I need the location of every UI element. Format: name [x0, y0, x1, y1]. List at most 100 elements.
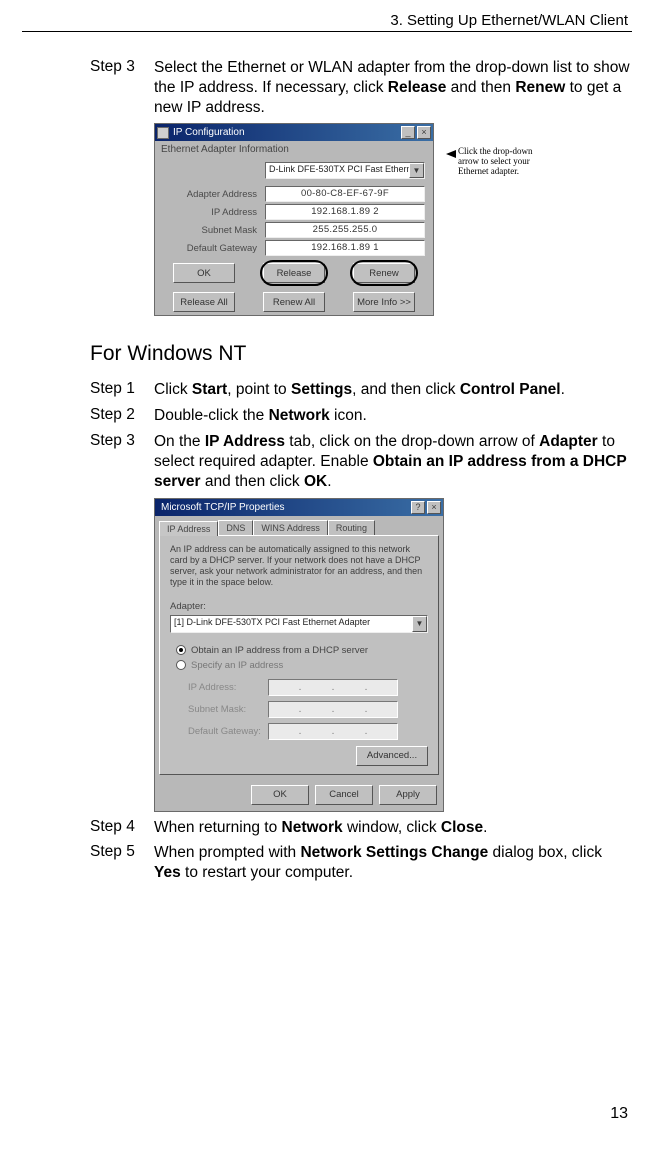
bold: Yes — [154, 864, 181, 881]
text: dialog box, click — [488, 844, 602, 861]
text: Click the drop-down — [458, 146, 533, 156]
ip-field[interactable]: ... — [268, 723, 398, 740]
label: Subnet Mask — [163, 225, 265, 236]
chevron-down-icon[interactable]: ▼ — [412, 616, 427, 632]
titlebar[interactable]: IP Configuration _ × — [155, 124, 433, 141]
text: arrow to select your — [458, 156, 530, 166]
tab-dns[interactable]: DNS — [218, 520, 253, 535]
description-text: An IP address can be automatically assig… — [170, 544, 428, 589]
step-top-3: Step 3 Select the Ethernet or WLAN adapt… — [90, 58, 632, 117]
step-body: When returning to Network window, click … — [154, 818, 632, 838]
bold: OK — [304, 473, 327, 490]
renew-all-button[interactable]: Renew All — [263, 292, 325, 312]
step-label: Step 1 — [90, 380, 154, 400]
more-info-button[interactable]: More Info >> — [353, 292, 415, 312]
advanced-button[interactable]: Advanced... — [356, 746, 428, 766]
chevron-down-icon[interactable]: ▼ — [409, 163, 424, 178]
cancel-button[interactable]: Cancel — [315, 785, 373, 805]
label: IP Address — [163, 207, 265, 218]
step-label: Step 3 — [90, 432, 154, 491]
apply-button[interactable]: Apply — [379, 785, 437, 805]
tab-ip-address[interactable]: IP Address — [159, 521, 218, 536]
label: IP Address: — [188, 682, 268, 693]
bold: Adapter — [539, 433, 598, 450]
step-label: Step 4 — [90, 818, 154, 838]
step-body: Click Start, point to Settings, and then… — [154, 380, 632, 400]
text: Click — [154, 381, 192, 398]
close-button[interactable]: × — [427, 501, 441, 514]
running-header: 3. Setting Up Ethernet/WLAN Client — [22, 12, 632, 32]
dropdown-text: [1] D-Link DFE-530TX PCI Fast Ethernet A… — [171, 616, 412, 632]
text: tab, click on the drop-down arrow of — [285, 433, 539, 450]
radio-label: Specify an IP address — [191, 660, 283, 671]
arrow-left-icon — [446, 150, 456, 158]
titlebar[interactable]: Microsoft TCP/IP Properties ? × — [155, 499, 443, 516]
radio-label: Obtain an IP address from a DHCP server — [191, 645, 368, 656]
bold: Network — [269, 407, 330, 424]
ipc-window: IP Configuration _ × Ethernet Adapter In… — [154, 123, 434, 316]
adapter-dropdown[interactable]: D-Link DFE-530TX PCI Fast Etherne ▼ — [265, 162, 425, 179]
text: Ethernet adapter. — [458, 166, 519, 176]
ok-button[interactable]: OK — [251, 785, 309, 805]
tab-strip: IP Address DNS WINS Address Routing — [155, 516, 443, 535]
renew-button[interactable]: Renew — [353, 263, 415, 283]
text: and then — [446, 79, 515, 96]
ip-grid: IP Address: ... Subnet Mask: ... — [188, 679, 428, 740]
text: . — [561, 381, 565, 398]
text: , and then click — [352, 381, 460, 398]
tab-routing[interactable]: Routing — [328, 520, 375, 535]
adapter-dropdown[interactable]: [1] D-Link DFE-530TX PCI Fast Ethernet A… — [170, 615, 428, 633]
close-button[interactable]: × — [417, 126, 431, 139]
text: When returning to — [154, 819, 282, 836]
help-button[interactable]: ? — [411, 501, 425, 514]
step-nt-5: Step 5 When prompted with Network Settin… — [90, 843, 632, 883]
step-body: Select the Ethernet or WLAN adapter from… — [154, 58, 632, 117]
radio-dhcp[interactable]: Obtain an IP address from a DHCP server — [176, 645, 428, 656]
button-row-1: OK Release Renew — [155, 257, 433, 286]
release-all-button[interactable]: Release All — [173, 292, 235, 312]
text: When prompted with — [154, 844, 300, 861]
group-title: Ethernet Adapter Information — [155, 141, 433, 158]
bold: Network Settings Change — [300, 844, 488, 861]
window-title: IP Configuration — [173, 127, 399, 138]
adapter-row: D-Link DFE-530TX PCI Fast Etherne ▼ — [155, 158, 433, 185]
step-nt-1: Step 1 Click Start, point to Settings, a… — [90, 380, 632, 400]
section-heading: For Windows NT — [90, 342, 632, 366]
radio-icon[interactable] — [176, 645, 186, 655]
value: 00-80-C8-EF-67-9F — [265, 186, 425, 202]
step-nt-4: Step 4 When returning to Network window,… — [90, 818, 632, 838]
step-nt-3: Step 3 On the IP Address tab, click on t… — [90, 432, 632, 491]
radio-icon[interactable] — [176, 660, 186, 670]
radio-specify[interactable]: Specify an IP address — [176, 660, 428, 671]
step-label: Step 5 — [90, 843, 154, 883]
step-body: On the IP Address tab, click on the drop… — [154, 432, 632, 491]
step-nt-2: Step 2 Double-click the Network icon. — [90, 406, 632, 426]
tab-wins[interactable]: WINS Address — [253, 520, 328, 535]
info-row-gw: Default Gateway 192.168.1.89 1 — [155, 239, 433, 257]
value: 255.255.255.0 — [265, 222, 425, 238]
callout-text: Click the drop-down arrow to select your… — [458, 147, 548, 177]
text: to restart your computer. — [181, 864, 353, 881]
text: Double-click the — [154, 407, 269, 424]
ip-row-gw: Default Gateway: ... — [188, 723, 428, 740]
step-body: When prompted with Network Settings Chan… — [154, 843, 632, 883]
advanced-row: Advanced... — [170, 746, 428, 766]
ip-field[interactable]: ... — [268, 701, 398, 718]
value: 192.168.1.89 2 — [265, 204, 425, 220]
ip-row-ip: IP Address: ... — [188, 679, 428, 696]
label: Default Gateway — [163, 243, 265, 254]
bold: IP Address — [205, 433, 285, 450]
step-body: Double-click the Network icon. — [154, 406, 632, 426]
ip-field[interactable]: ... — [268, 679, 398, 696]
info-row-mask: Subnet Mask 255.255.255.0 — [155, 221, 433, 239]
page-number: 13 — [610, 1105, 628, 1123]
minimize-button[interactable]: _ — [401, 126, 415, 139]
bold: Start — [192, 381, 227, 398]
text: On the — [154, 433, 205, 450]
callout: Click the drop-down arrow to select your… — [446, 147, 548, 177]
bold: Close — [441, 819, 483, 836]
ok-button[interactable]: OK — [173, 263, 235, 283]
bold: Renew — [515, 79, 565, 96]
release-button[interactable]: Release — [263, 263, 325, 283]
text: and then click — [201, 473, 304, 490]
